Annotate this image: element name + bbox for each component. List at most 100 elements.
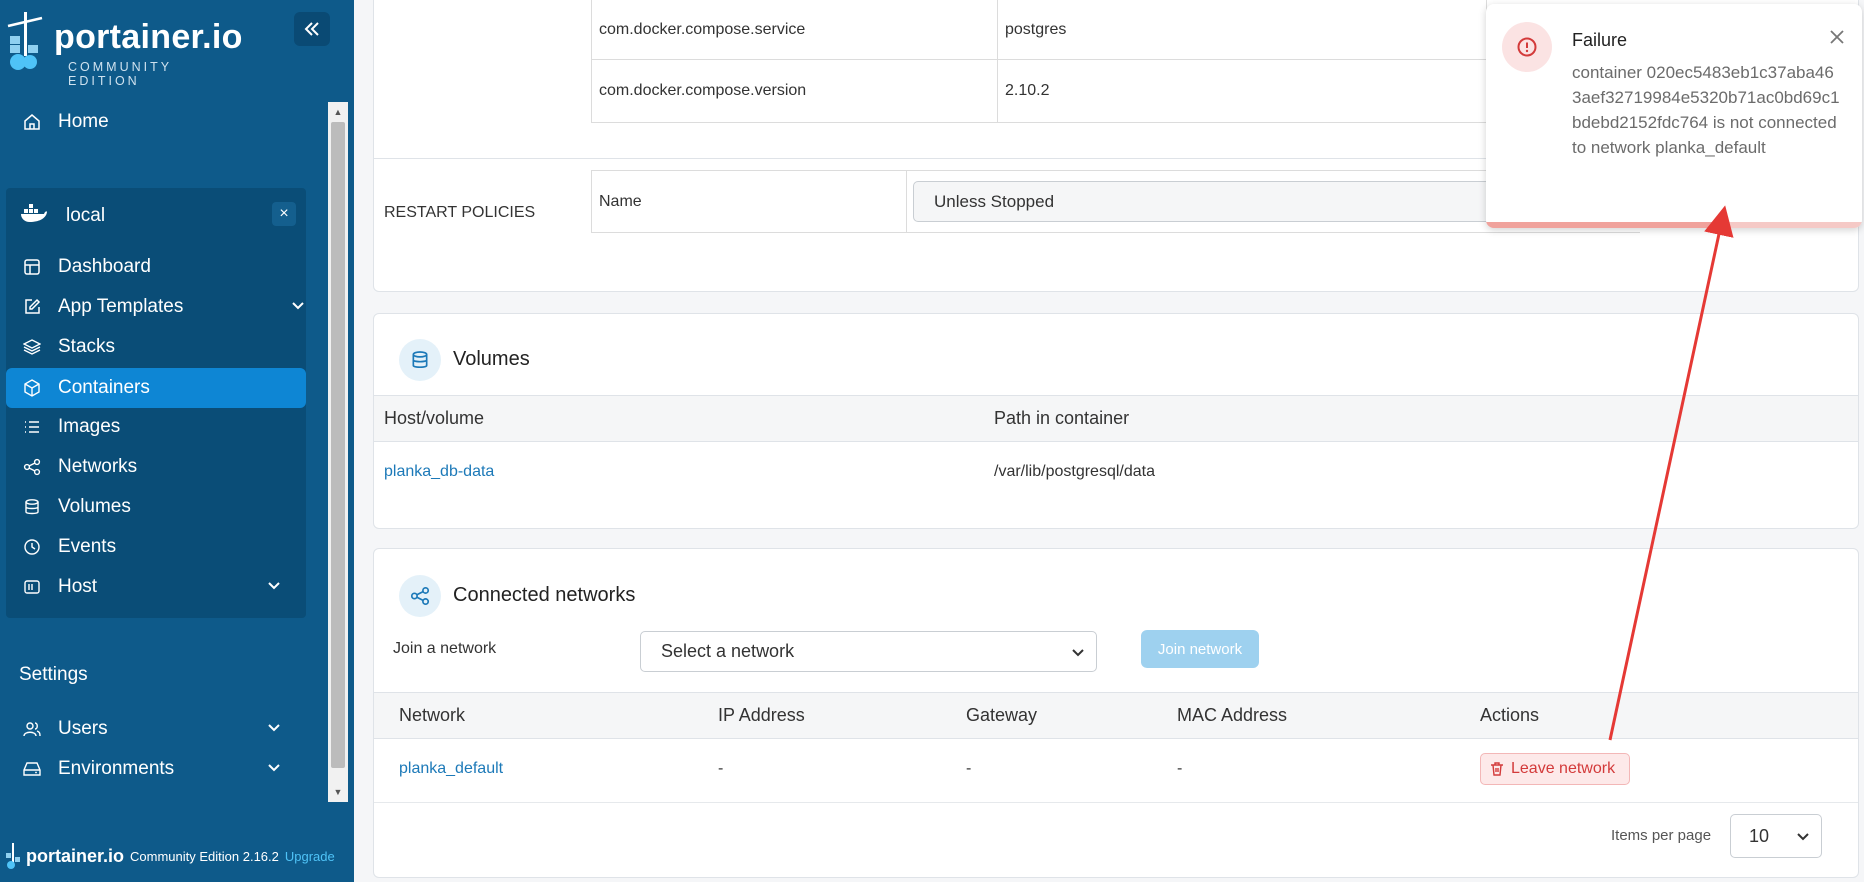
- sidebar-item-events[interactable]: Events: [0, 527, 330, 567]
- restart-policy-value: Unless Stopped: [934, 191, 1055, 211]
- environment-close-button[interactable]: ×: [272, 202, 296, 226]
- logo-edition: COMMUNITY EDITION: [68, 60, 172, 88]
- sidebar-item-images[interactable]: Images: [0, 407, 330, 447]
- sidebar-item-label: Host: [58, 576, 98, 597]
- sidebar-item-label: App Templates: [58, 296, 184, 317]
- chevron-down-icon: [268, 724, 280, 732]
- double-chevron-left-icon: [304, 22, 319, 36]
- sidebar-item-app-templates[interactable]: App Templates: [0, 287, 330, 327]
- sidebar-item-label: Stacks: [58, 336, 116, 357]
- volume-host-link[interactable]: planka_db-data: [384, 463, 494, 481]
- scroll-up-arrow-icon[interactable]: ▲: [332, 106, 344, 118]
- volumes-title: Volumes: [453, 348, 530, 370]
- label-value-cell: 2.10.2: [997, 59, 1487, 123]
- sidebar-item-label: Images: [58, 416, 121, 437]
- home-icon: [20, 110, 44, 134]
- sidebar-item-label: Networks: [58, 456, 138, 477]
- sidebar-scrollbar[interactable]: ▲ ▼: [328, 102, 348, 802]
- failure-toast: Failure container 020ec5483eb1c37aba463a…: [1486, 4, 1862, 228]
- column-header[interactable]: Host/volume: [384, 408, 484, 429]
- portainer-logo[interactable]: portainer.io COMMUNITY EDITION: [4, 12, 244, 88]
- sidebar-item-host[interactable]: Host: [0, 567, 330, 607]
- share-icon: [410, 586, 430, 606]
- sidebar-item-dashboard[interactable]: Dashboard: [0, 247, 330, 287]
- column-header[interactable]: Gateway: [966, 705, 1037, 726]
- sidebar-item-label: Home: [58, 111, 109, 132]
- networks-title: Connected networks: [453, 584, 636, 606]
- sidebar-item-label: Environments: [58, 758, 175, 779]
- items-per-page-label: Items per page: [1611, 827, 1712, 844]
- sidebar-item-label: Volumes: [58, 496, 131, 517]
- label-key-cell: com.docker.compose.service: [591, 0, 998, 60]
- network-select-placeholder: Select a network: [661, 641, 795, 661]
- list-icon: [20, 415, 44, 439]
- leave-network-label: Leave network: [1511, 760, 1616, 777]
- clock-icon: [20, 535, 44, 559]
- network-ip: -: [718, 760, 724, 777]
- hdd-icon: [20, 757, 44, 781]
- network-mac: -: [1177, 760, 1183, 777]
- sidebar-item-users[interactable]: Users: [0, 709, 330, 749]
- restart-policies-label: RESTART POLICIES: [384, 204, 536, 221]
- error-icon: [1502, 22, 1552, 72]
- sidebar-footer: portainer.io Community Edition 2.16.2 Up…: [0, 836, 354, 876]
- users-icon: [20, 717, 44, 741]
- footer-edition: Community Edition 2.16.2: [130, 848, 279, 864]
- items-per-page-select[interactable]: 10: [1730, 814, 1822, 858]
- database-icon: [412, 351, 428, 369]
- sidebar-item-networks[interactable]: Networks: [0, 447, 330, 487]
- portainer-small-logo-icon: [6, 843, 20, 869]
- sidebar-item-label: Containers: [58, 377, 150, 398]
- toast-progress-fill: [1486, 222, 1712, 228]
- sidebar-item-volumes[interactable]: Volumes: [0, 487, 330, 527]
- join-network-button[interactable]: Join network: [1141, 630, 1259, 668]
- docker-icon: [20, 203, 48, 229]
- cube-icon: [20, 376, 44, 400]
- chevron-down-icon: [292, 302, 304, 310]
- close-icon[interactable]: [1826, 26, 1848, 48]
- sidebar-item-label: Dashboard: [58, 256, 151, 277]
- sidebar-item-home[interactable]: Home: [0, 102, 330, 142]
- items-per-page-value: 10: [1749, 825, 1770, 846]
- chevron-down-icon: [268, 582, 280, 590]
- dashboard-icon: [20, 255, 44, 279]
- toast-progress-track: [1486, 222, 1862, 228]
- sidebar-item-stacks[interactable]: Stacks: [0, 327, 330, 367]
- database-icon: [20, 495, 44, 519]
- label-value-cell: postgres: [997, 0, 1487, 60]
- chevron-down-icon: [1797, 833, 1809, 841]
- volume-path: /var/lib/postgresql/data: [994, 463, 1155, 480]
- column-header[interactable]: Network: [399, 705, 465, 726]
- network-gateway: -: [966, 760, 972, 777]
- environment-name: local: [66, 205, 106, 226]
- column-header[interactable]: Path in container: [994, 408, 1129, 429]
- chevron-down-icon: [268, 764, 280, 772]
- chevron-down-icon: [1072, 648, 1084, 656]
- join-network-label: Join a network: [393, 640, 497, 657]
- environment-header[interactable]: local: [6, 194, 306, 238]
- sidebar-item-environments[interactable]: Environments: [0, 749, 330, 789]
- trash-icon: [1491, 762, 1503, 776]
- networks-section-icon: [399, 575, 441, 617]
- sidebar-item-label: Users: [58, 718, 108, 739]
- toast-title: Failure: [1572, 30, 1628, 50]
- footer-logo-text: portainer.io: [26, 845, 125, 866]
- layers-icon: [20, 335, 44, 359]
- scroll-thumb[interactable]: [331, 122, 345, 768]
- settings-section-title: Settings: [19, 664, 88, 685]
- collapse-sidebar-button[interactable]: [294, 12, 330, 46]
- share-icon: [20, 455, 44, 479]
- leave-network-button[interactable]: Leave network: [1480, 753, 1630, 785]
- sidebar-item-label: Events: [58, 536, 117, 557]
- host-icon: [20, 575, 44, 599]
- column-header[interactable]: MAC Address: [1177, 705, 1287, 726]
- column-header[interactable]: IP Address: [718, 705, 805, 726]
- column-header: Actions: [1480, 705, 1540, 725]
- network-name-link[interactable]: planka_default: [399, 760, 503, 778]
- scroll-down-arrow-icon[interactable]: ▼: [332, 786, 344, 798]
- upgrade-link[interactable]: Upgrade: [285, 849, 335, 864]
- network-select[interactable]: Select a network: [640, 631, 1097, 672]
- networks-table-header: [374, 692, 1858, 739]
- sidebar-item-containers[interactable]: Containers: [6, 368, 306, 408]
- restart-name-label: Name: [591, 170, 907, 233]
